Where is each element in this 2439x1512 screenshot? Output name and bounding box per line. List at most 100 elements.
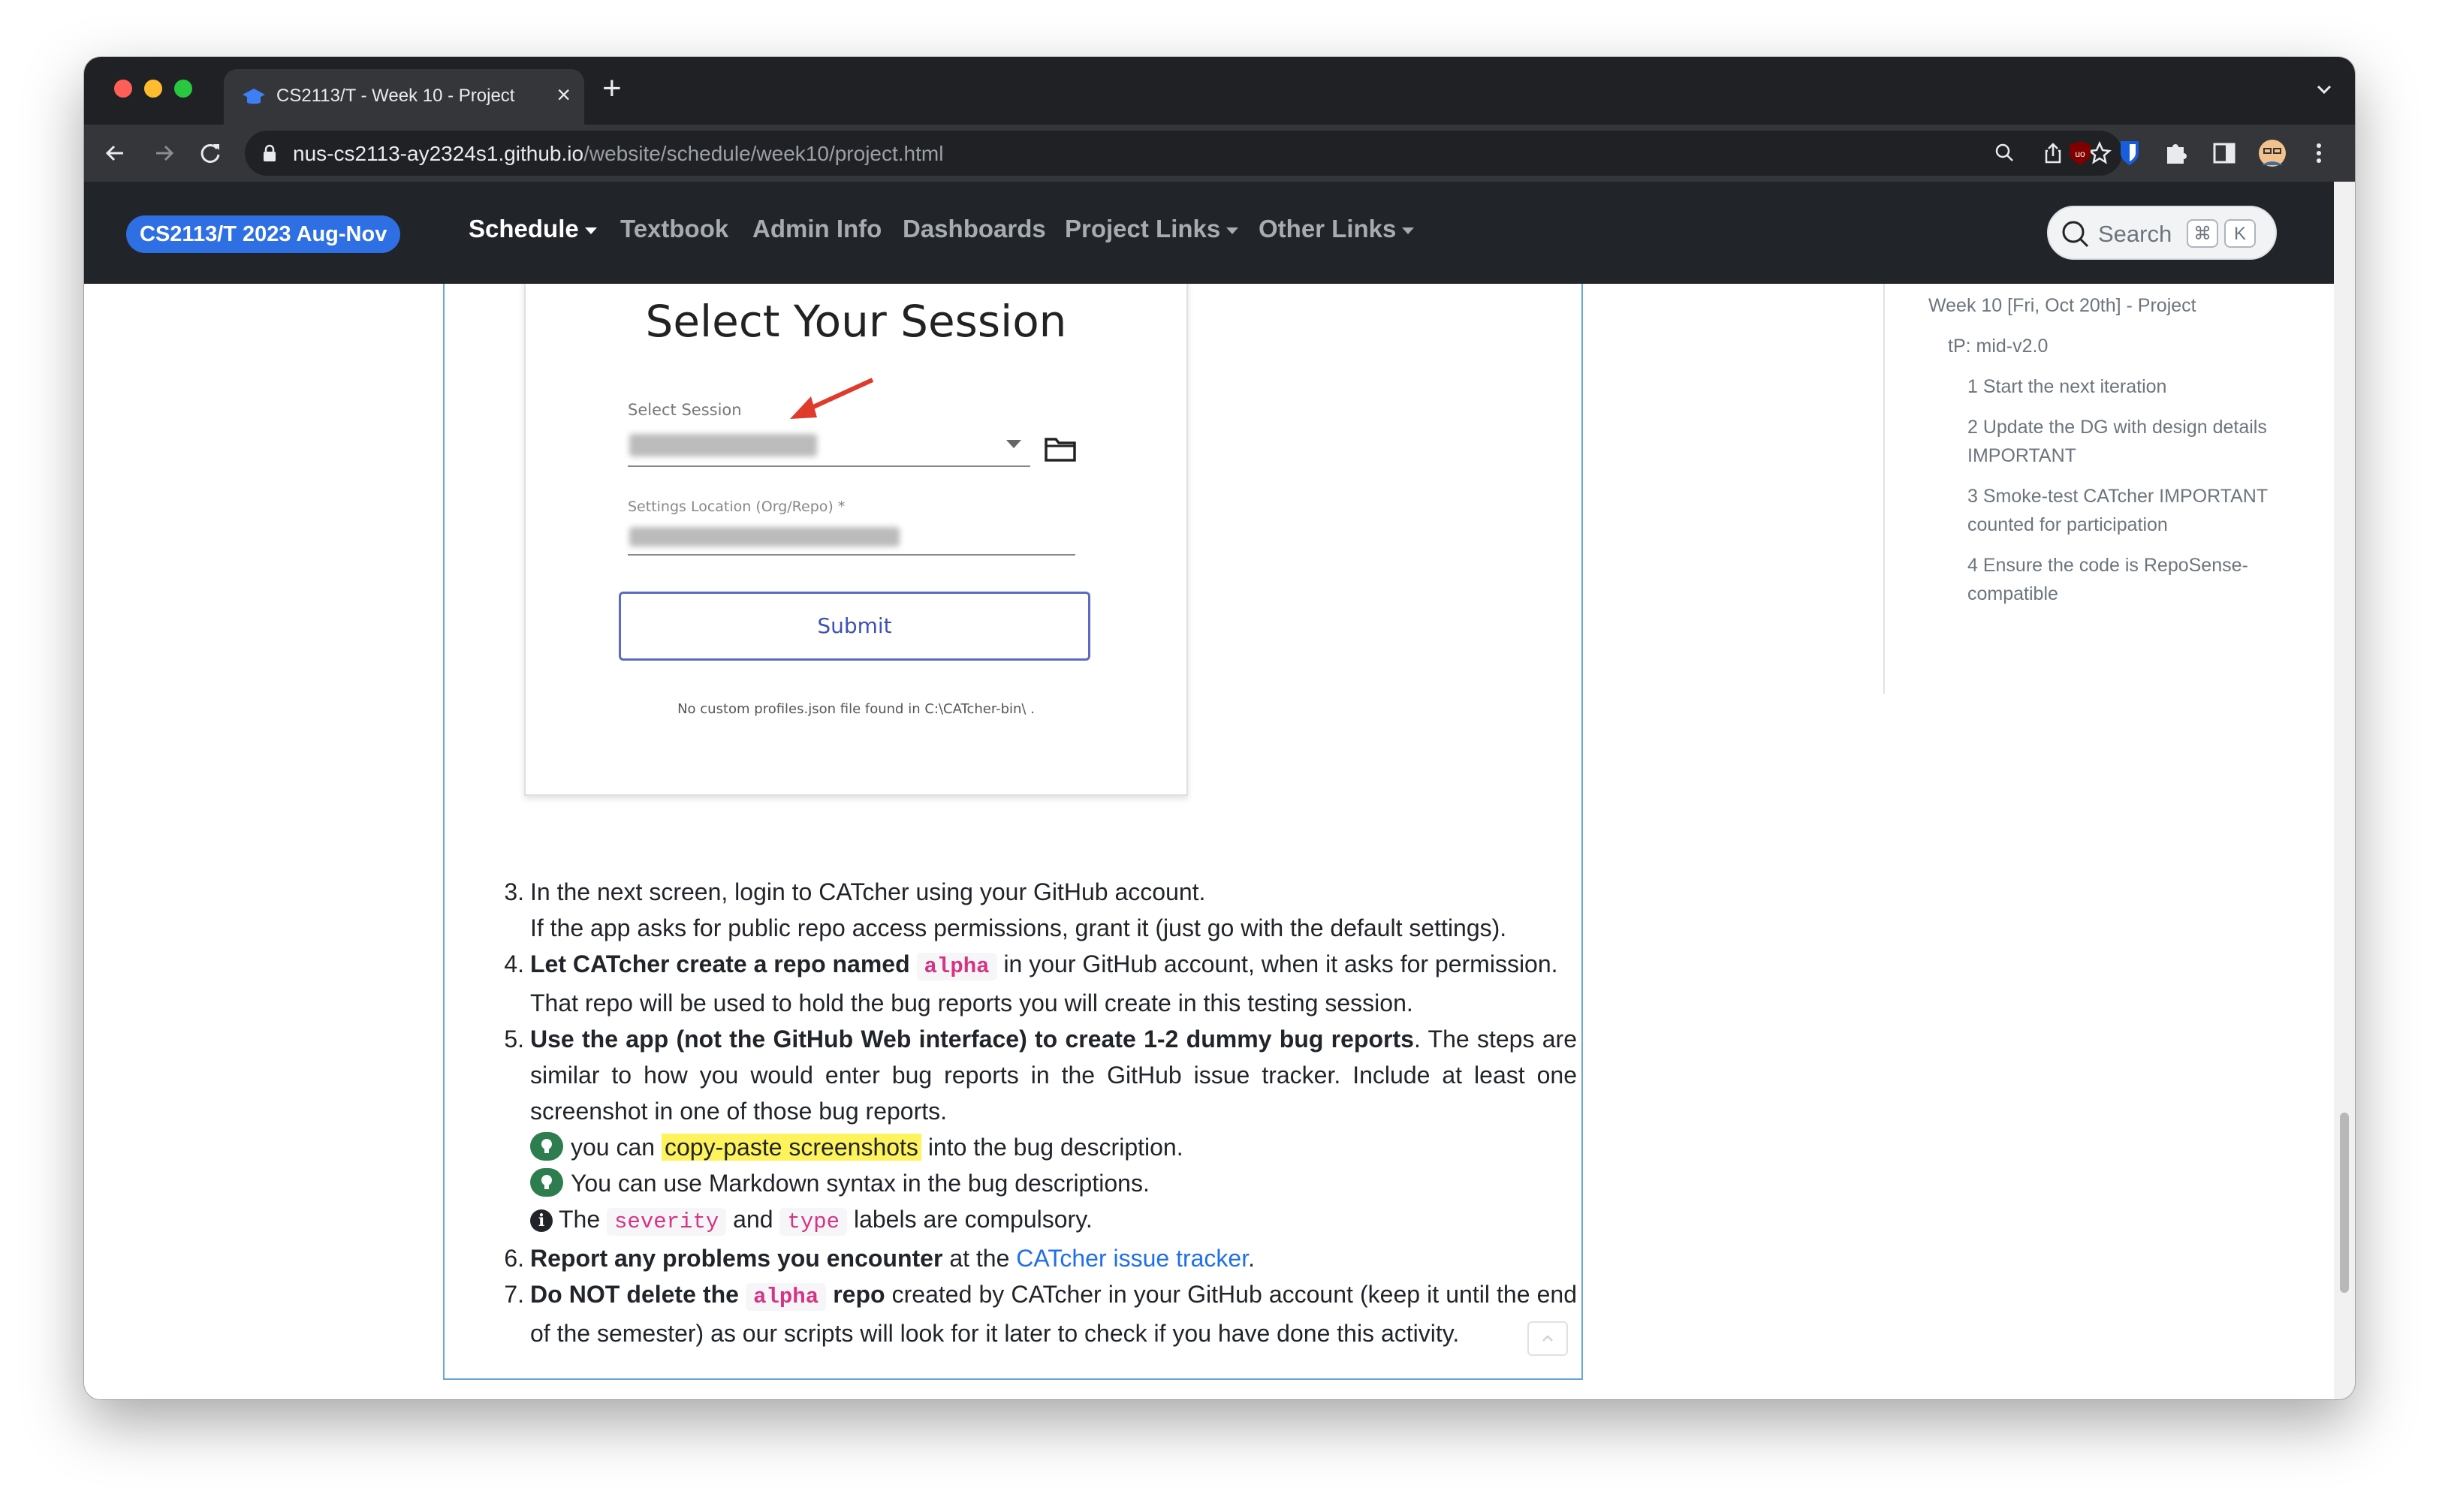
screenshot-title: Select Your Session: [645, 296, 1067, 347]
cmd-key-hint: ⌘: [2187, 219, 2218, 248]
tip-text: into the bug description.: [921, 1134, 1183, 1161]
highlighted-text: copy-paste screenshots: [661, 1134, 921, 1161]
page-scrollbar[interactable]: [2334, 182, 2355, 1399]
step-bold: Let CATcher create a repo named alpha: [530, 950, 997, 980]
lightbulb-icon: [530, 1132, 563, 1161]
list-item: 4. Let CATcher create a repo named alpha…: [470, 946, 1577, 1021]
profile-avatar-icon[interactable]: [2257, 138, 2287, 168]
info-text: The: [559, 1206, 607, 1233]
select-session-label: Select Session: [628, 401, 742, 419]
url-text: nus-cs2113-ay2324s1.github.io/website/sc…: [293, 142, 943, 166]
extensions-puzzle-icon[interactable]: [2161, 138, 2191, 168]
page-content: Select Your Session Select Session Setti…: [84, 284, 2334, 1399]
inline-code: type: [779, 1208, 848, 1236]
maximize-window-button[interactable]: [174, 80, 192, 98]
zoom-icon[interactable]: [1991, 140, 2018, 167]
nav-other-links[interactable]: Other Links: [1259, 215, 1415, 243]
step-text: at the: [942, 1245, 1017, 1272]
settings-location-field: [628, 521, 1075, 556]
nav-project-links-label: Project Links: [1065, 215, 1221, 242]
chevron-down-icon[interactable]: [2313, 78, 2335, 101]
page-toc: Week 10 [Fri, Oct 20th] - Project tP: mi…: [1883, 284, 2305, 694]
toc-item-week10[interactable]: Week 10 [Fri, Oct 20th] - Project: [1928, 291, 2196, 320]
nav-schedule[interactable]: Schedule: [469, 215, 597, 243]
search-icon: [2062, 221, 2089, 248]
scrollbar-thumb[interactable]: [2340, 1113, 2349, 1293]
nav-textbook-label: Textbook: [620, 215, 729, 242]
inline-code: severity: [607, 1208, 727, 1236]
nav-textbook[interactable]: Textbook: [620, 215, 728, 243]
tip-line: You can use Markdown syntax in the bug d…: [530, 1168, 1150, 1197]
url-domain: nus-cs2113-ay2324s1.github.io: [293, 142, 584, 165]
step-number: 6.: [504, 1245, 524, 1272]
toc-item-tp-mid[interactable]: tP: mid-v2.0: [1948, 332, 2048, 360]
tab-close-icon[interactable]: ×: [556, 83, 571, 107]
select-session-dropdown: [628, 429, 1030, 467]
info-text: and: [726, 1206, 780, 1233]
url-path: /website/schedule/week10/project.html: [583, 142, 944, 165]
steps-list: 3. In the next screen, login to CATcher …: [470, 874, 1577, 1351]
tip-text: You can use Markdown syntax in the bug d…: [571, 1170, 1150, 1197]
step-text: If the app asks for public repo access p…: [530, 914, 1507, 941]
inline-code: alpha: [916, 953, 997, 980]
dropdown-arrow-icon: [1006, 440, 1021, 448]
toc-item-step2[interactable]: 2 Update the DG with design details: [1967, 413, 2267, 441]
tip-line: you can copy-paste screenshots into the …: [530, 1132, 1183, 1161]
browser-tab[interactable]: CS2113/T - Week 10 - Project ×: [224, 69, 584, 125]
folder-icon: [1045, 438, 1076, 462]
nav-dashboards[interactable]: Dashboards: [903, 215, 1046, 243]
nav-dashboards-label: Dashboards: [903, 215, 1046, 242]
share-icon[interactable]: [2040, 140, 2067, 167]
toc-item-step1[interactable]: 1 Start the next iteration: [1967, 372, 2166, 401]
screenshot-submit-button: Submit: [619, 592, 1090, 661]
svg-text:uo: uo: [2075, 149, 2085, 159]
red-arrow-icon: [790, 378, 874, 419]
toc-item-step4[interactable]: 4 Ensure the code is RepoSense-: [1967, 551, 2248, 580]
ublock-icon[interactable]: uo: [2065, 138, 2095, 168]
back-arrow-icon[interactable]: [99, 137, 132, 170]
reload-icon[interactable]: [194, 137, 227, 170]
inline-code: alpha: [746, 1283, 827, 1311]
site-navbar: CS2113/T 2023 Aug-Nov Schedule Textbook …: [84, 182, 2334, 284]
collapse-panel-button[interactable]: [1527, 1321, 1568, 1356]
search-placeholder: Search: [2098, 221, 2172, 247]
close-window-button[interactable]: [114, 80, 132, 98]
kebab-menu-icon[interactable]: [2304, 138, 2334, 168]
screenshot-note: No custom profiles.json file found in C:…: [677, 701, 1035, 717]
minimize-window-button[interactable]: [144, 80, 162, 98]
nav-admin-info-label: Admin Info: [752, 215, 882, 242]
list-item: 3. In the next screen, login to CATcher …: [470, 874, 1577, 946]
brand-badge[interactable]: CS2113/T 2023 Aug-Nov: [126, 215, 401, 253]
step-bold-text: Do NOT delete the: [530, 1281, 746, 1308]
step-number: 4.: [504, 950, 524, 977]
list-item: 5. Use the app (not the GitHub Web inter…: [470, 1021, 1577, 1240]
toc-item-step3-cont[interactable]: counted for participation: [1967, 511, 2168, 539]
step-text: That repo will be used to hold the bug r…: [530, 989, 1413, 1017]
browser-window: CS2113/T - Week 10 - Project × + nus-cs2…: [84, 57, 2355, 1399]
step-bold-text: Let CATcher create a repo named: [530, 950, 910, 977]
project-panel: Select Your Session Select Session Setti…: [443, 284, 1583, 1380]
bitwarden-icon[interactable]: [2115, 138, 2145, 168]
browser-toolbar: nus-cs2113-ay2324s1.github.io/website/sc…: [84, 125, 2355, 182]
forward-arrow-icon[interactable]: [147, 137, 180, 170]
step-bold: Do NOT delete the alpha repo: [530, 1281, 885, 1311]
nav-admin-info[interactable]: Admin Info: [752, 215, 882, 243]
catcher-issue-tracker-link[interactable]: CATcher issue tracker: [1016, 1245, 1248, 1272]
toc-item-step4-cont[interactable]: compatible: [1967, 580, 2058, 608]
nav-project-links[interactable]: Project Links: [1065, 215, 1239, 243]
side-panel-icon[interactable]: [2209, 138, 2239, 168]
chevron-up-icon: [1542, 1335, 1553, 1342]
tip-text: you can: [571, 1134, 662, 1161]
info-text: labels are compulsory.: [847, 1206, 1093, 1233]
toc-item-step2-cont[interactable]: IMPORTANT: [1967, 441, 2076, 470]
new-tab-button[interactable]: +: [602, 72, 622, 105]
address-bar[interactable]: nus-cs2113-ay2324s1.github.io/website/sc…: [245, 131, 2122, 176]
catcher-screenshot: Select Your Session Select Session Setti…: [524, 284, 1188, 796]
search-button[interactable]: Search ⌘ K: [2047, 206, 2277, 260]
graduation-cap-icon: [243, 89, 265, 104]
toc-item-step3[interactable]: 3 Smoke-test CATcher IMPORTANT: [1967, 482, 2268, 511]
blurred-value: [629, 527, 900, 547]
nav-schedule-label: Schedule: [469, 215, 579, 242]
list-item: 6. Report any problems you encounter at …: [470, 1240, 1577, 1276]
caret-down-icon: [1226, 227, 1239, 234]
